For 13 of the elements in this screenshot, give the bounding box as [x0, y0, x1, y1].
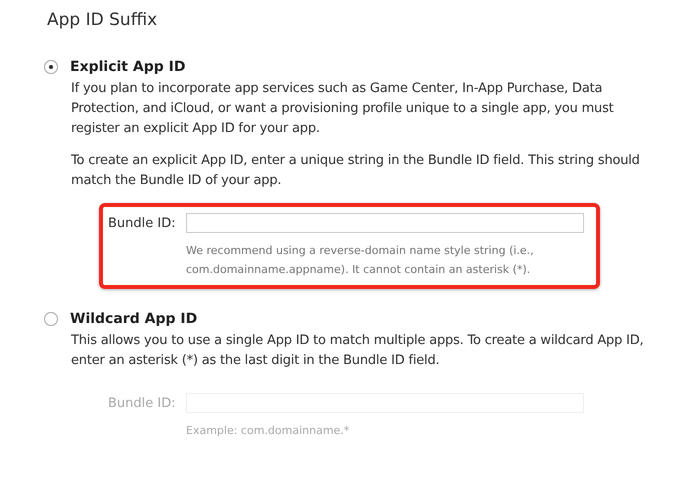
radio-button[interactable]	[44, 312, 58, 326]
help-text: We recommend using a reverse-domain name style string (i.e., com.domainname.appname). It cannot contain an asterisk (*).	[186, 243, 535, 278]
field-label: Bundle ID:	[108, 216, 177, 230]
description-text: To create an explicit App ID, enter a unique string in the Bundle ID field. This string should match the Bundle ID of your app.	[71, 152, 641, 190]
option-label: Wildcard App ID	[70, 311, 198, 327]
option-label: Explicit App ID	[70, 59, 186, 75]
description-text: This allows you to use a single App ID to match multiple apps. To create a wildcard App ID, enter an asterisk (*) as the last digit in the Bundle ID field.	[71, 332, 644, 370]
section-title: App ID Suffix	[47, 10, 158, 30]
radio-button[interactable]	[44, 60, 58, 74]
bundle-id-field[interactable]	[186, 213, 584, 233]
field-label: Bundle ID:	[108, 396, 177, 410]
help-text: Example: com.domainname.*	[186, 423, 350, 439]
description-text: If you plan to incorporate app services such as Game Center, In-App Purchase, Data Protection, and iCloud, or want a provisioning profile unique to a single app, you must register an explicit App ID for your app.	[71, 80, 615, 138]
